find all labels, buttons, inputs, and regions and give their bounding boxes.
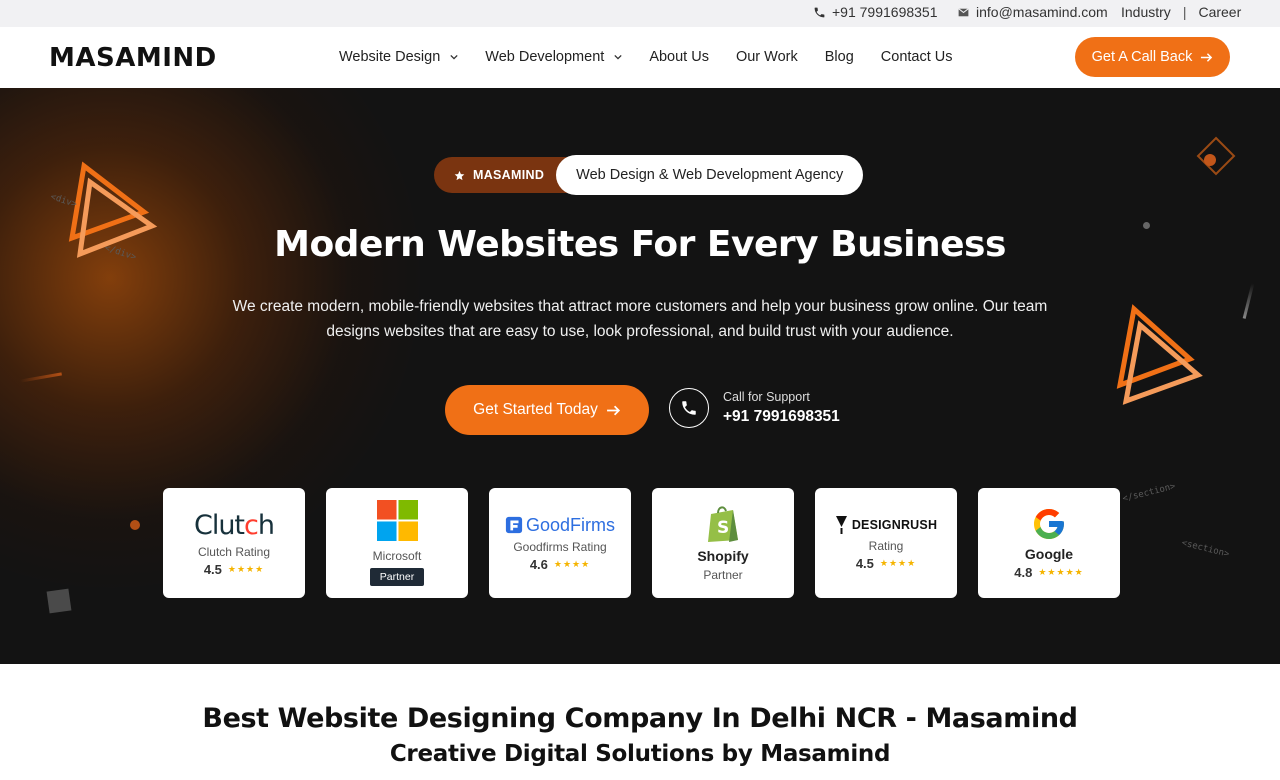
hero-description-line: designs websites that are easy to use, l… [326,323,954,340]
rating-label: Goodfirms Rating [513,539,607,554]
rating-card-designrush[interactable]: DESIGNRUSH Rating 4.5 ★★★★ [815,488,957,598]
topbar-separator: | [1182,4,1187,20]
goodfirms-logo: GoodFirms [505,515,615,536]
rating-row: 4.5 ★★★★ [856,556,916,571]
nav-label: Contact Us [880,49,953,65]
dot-decor [130,520,140,530]
link-career[interactable]: Career [1198,4,1241,20]
star-icon [454,170,465,180]
stars-icon: ★★★★ [879,558,917,568]
hero-description-line: We create modern, mobile-friendly websit… [232,298,1048,315]
shopify-bag-icon: S [708,506,738,542]
hero-badge: MASAMIND Web Design & Web Development Ag… [434,155,864,195]
section-title: Best Website Designing Company In Delhi … [202,703,1078,734]
rating-value: 4.8 [1014,565,1033,580]
section-subtitle: Creative Digital Solutions by Masamind [389,741,891,767]
google-g-icon [1034,509,1064,539]
clutch-logo: Clutch [193,509,275,541]
nav-label: Web Development [485,49,605,65]
nav-label: Website Design [339,49,441,65]
rating-value: 4.5 [203,561,222,577]
link-industry[interactable]: Industry [1121,4,1171,20]
nav-menu: Website Design Web Development About Us … [339,49,953,65]
nav-item-about-us[interactable]: About Us [649,49,709,65]
stars-icon: ★★★★★ [1038,567,1084,577]
topbar-phone-text: +91 7991698351 [832,4,938,20]
svg-text:S: S [717,518,729,538]
rating-cards: Clutch Clutch Rating 4.5 ★★★★ Microsoft … [163,488,1120,598]
topbar-links: Industry | Career [1121,4,1241,20]
support-text: Call for Support +91 7991698351 [723,390,840,426]
goodfirms-name: GoodFirms [525,514,615,535]
phone-icon [814,7,825,17]
nav-item-contact-us[interactable]: Contact Us [881,49,953,65]
microsoft-label: Microsoft [372,549,422,563]
rating-label: Rating [868,539,904,553]
main-navbar: MASAMIND Website Design Web Development … [0,27,1280,88]
designrush-logo: DESIGNRUSH [835,515,937,535]
get-started-button[interactable]: Get Started Today [445,385,649,435]
goodfirms-g-icon [505,516,523,534]
clutch-accent: c [244,509,259,541]
badge-brand: MASAMIND [434,157,571,193]
nav-label: Our Work [735,49,798,65]
rating-card-google[interactable]: Google 4.8 ★★★★★ [978,488,1120,598]
chevron-down-icon [450,54,458,60]
phone-icon [682,401,696,415]
cta-label: Get A Call Back [1091,49,1193,65]
square-decor [46,588,72,614]
triangle-decor-icon [1116,304,1203,405]
rating-card-shopify[interactable]: S Shopify Partner [652,488,794,598]
nav-item-blog[interactable]: Blog [825,49,854,65]
nav-item-website-design[interactable]: Website Design [339,49,458,65]
rating-row: 4.5 ★★★★ [204,562,264,577]
topbar-email-text: info@masamind.com [976,4,1108,20]
rating-row: 4.8 ★★★★★ [1014,565,1083,580]
rating-card-microsoft[interactable]: Microsoft Partner [326,488,468,598]
badge-tagline: Web Design & Web Development Agency [556,155,864,195]
chevron-down-icon [614,54,622,60]
stars-icon: ★★★★ [553,558,591,569]
support-phone-circle [669,388,709,428]
call-support[interactable]: Call for Support +91 7991698351 [669,388,840,428]
support-number: +91 7991698351 [723,408,840,425]
logo[interactable]: MASAMIND [49,43,217,73]
top-contact-bar: +91 7991698351 info@masamind.com Industr… [0,0,1280,27]
partner-chip: Partner [369,568,425,586]
support-label: Call for Support [723,390,810,404]
designrush-mark-icon [835,516,847,534]
microsoft-logo-icon [376,500,418,541]
streak-decor [1242,283,1255,319]
google-name: Google [1024,546,1074,562]
stars-icon: ★★★★ [227,563,265,574]
mail-icon [958,7,969,16]
nav-label: About Us [649,49,709,65]
badge-brand-text: MASAMIND [473,168,545,182]
rating-row: 4.6 ★★★★ [530,557,590,572]
diamond-decor-icon [1196,136,1236,176]
nav-item-web-development[interactable]: Web Development [485,49,622,65]
hero-section: <div> </div> </section> <section> MASAMI… [0,88,1280,664]
get-call-back-button[interactable]: Get A Call Back [1075,37,1230,77]
shopify-name: Shopify [697,548,749,564]
rating-card-clutch[interactable]: Clutch Clutch Rating 4.5 ★★★★ [163,488,305,598]
hero-description: We create modern, mobile-friendly websit… [210,294,1070,344]
nav-label: Blog [824,49,854,65]
rating-value: 4.5 [855,556,874,571]
topbar-phone[interactable]: +91 7991698351 [813,4,938,20]
nav-item-our-work[interactable]: Our Work [736,49,798,65]
designrush-name: DESIGNRUSH [851,518,938,532]
shopify-label: Partner [703,568,743,582]
topbar-email[interactable]: info@masamind.com [957,4,1108,20]
get-started-label: Get Started Today [473,401,598,418]
code-tag-decor: </section> [1121,481,1177,505]
code-tag-decor: <section> [1180,538,1231,560]
hero-title: Modern Websites For Every Business [274,224,1006,265]
rating-card-goodfirms[interactable]: GoodFirms Goodfirms Rating 4.6 ★★★★ [489,488,631,598]
arrow-right-icon [606,405,620,415]
rating-value: 4.6 [529,556,548,572]
arrow-right-icon [1201,52,1213,62]
rating-label: Clutch Rating [197,544,271,559]
